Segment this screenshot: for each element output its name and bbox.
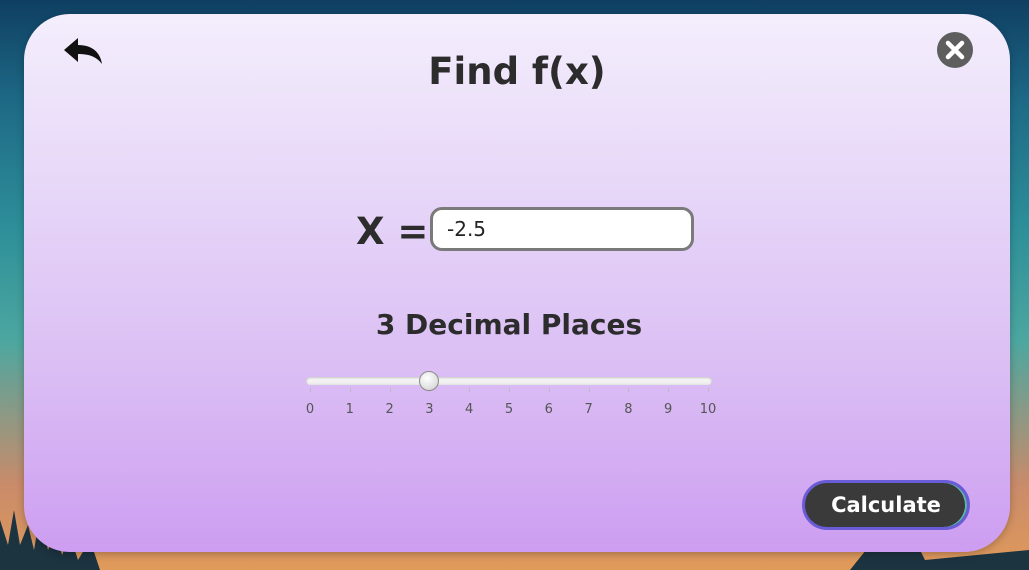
slider-tick-label: 8 [624, 402, 633, 417]
find-fx-dialog: Find f(x) X = 3 Decimal Places 0 1 2 3 4 5 6 7 8… [24, 14, 1010, 552]
slider-tick-label: 9 [664, 402, 673, 417]
slider-tick-mark [708, 388, 709, 392]
decimal-places-slider[interactable]: 0 1 2 3 4 5 6 7 8 9 10 [306, 371, 716, 417]
slider-tick-mark [509, 388, 510, 392]
slider-track[interactable] [306, 377, 712, 385]
slider-tick-label: 7 [584, 402, 593, 417]
slider-tick-label: 4 [465, 402, 474, 417]
slider-tick-mark [548, 388, 550, 392]
slider-tick-label: 1 [345, 402, 354, 417]
slider-tick-mark [349, 388, 351, 392]
slider-tick-mark [469, 388, 471, 392]
slider-tick-mark [389, 388, 391, 392]
slider-tick-mark [628, 388, 630, 392]
slider-tick-label: 5 [504, 402, 514, 417]
x-label: X = [356, 210, 429, 253]
slider-tick-label: 10 [699, 402, 717, 417]
calculate-button[interactable]: Calculate [802, 480, 970, 530]
slider-tick-label: 3 [425, 402, 434, 417]
slider-tick-mark [668, 388, 670, 392]
slider-tick-label: 2 [385, 402, 394, 417]
slider-tick-mark [310, 388, 311, 392]
x-value-input[interactable] [430, 207, 694, 251]
slider-tick-mark [588, 388, 590, 392]
page-title: Find f(x) [428, 50, 606, 93]
slider-tick-label: 0 [305, 402, 315, 417]
slider-tick-label: 6 [544, 402, 553, 417]
slider-thumb[interactable] [419, 371, 440, 391]
decimal-places-label: 3 Decimal Places [375, 308, 643, 341]
